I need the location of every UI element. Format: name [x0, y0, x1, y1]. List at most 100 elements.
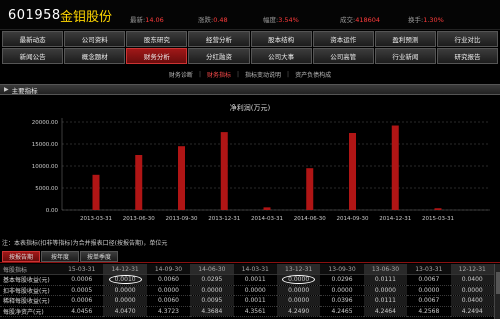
x-tick-label: 2014-03-31	[251, 216, 283, 222]
header-cell: 14-06-30	[190, 264, 234, 275]
subtab-indicators[interactable]: 财务指标	[207, 70, 231, 79]
nav-operations[interactable]: 经营分析	[188, 31, 250, 47]
table-cell: 0.0000	[407, 285, 451, 296]
x-tick-label: 2013-03-31	[80, 216, 112, 222]
tab-by-year[interactable]: 按年度	[41, 251, 79, 262]
vertical-scrollbar[interactable]	[494, 264, 500, 319]
table-cell: 0.0295	[190, 274, 234, 286]
bar[interactable]	[135, 155, 143, 210]
nav-earnings-forecast[interactable]: 盈利预测	[374, 31, 436, 47]
table-cell: 0.0067	[407, 295, 451, 307]
nav-grid: 最新动态 公司资料 股东研究 经营分析 股本结构 资本运作 盈利预测 行业对比 …	[2, 31, 498, 65]
table-cell: 0.0000	[276, 274, 321, 286]
bar[interactable]	[220, 132, 228, 210]
quote-percent: 幅度:3.54%	[263, 16, 299, 24]
triangle-right-icon: ▶	[4, 86, 9, 93]
table-cell: 4.3561	[233, 306, 277, 317]
subtab-changes[interactable]: 指标变动说明	[245, 70, 281, 79]
table-cell: 0.0000	[190, 285, 234, 296]
table-cell: 0.0006	[60, 274, 104, 286]
table-cell: 4.0470	[103, 306, 147, 317]
table-cell: 0.0000	[363, 285, 408, 296]
table-cell: 4.2494	[450, 306, 494, 317]
table-cell: 0.0111	[363, 295, 408, 307]
chart-title: 净利润(万元)	[230, 103, 271, 112]
table-cell: 0.0010	[103, 274, 147, 286]
bar[interactable]	[92, 174, 100, 210]
indicator-table: 每股指标 15-03-31 14-12-31 14-09-30 14-06-30…	[0, 264, 494, 317]
bar[interactable]	[391, 125, 399, 210]
nav-dividends[interactable]: 分红融资	[188, 48, 250, 64]
nav-company-profile[interactable]: 公司资料	[64, 31, 126, 47]
table-cell: 0.0111	[363, 274, 408, 286]
table-row: 每股净资产(元) 4.0456 4.0470 4.3723 4.3684 4.3…	[0, 306, 494, 317]
header-cell: 12-12-31	[450, 264, 494, 275]
table-row: 扣非每股收益(元) 0.0005 0.0000 0.0000 0.0000 0.…	[0, 285, 494, 296]
table-cell: 0.0000	[146, 285, 191, 296]
row-label: 稀释每股收益(元)	[0, 295, 60, 307]
table-header-row: 每股指标 15-03-31 14-12-31 14-09-30 14-06-30…	[0, 264, 494, 275]
circled-value: 0.0010	[108, 275, 142, 285]
bar[interactable]	[349, 133, 356, 210]
subtab-balance[interactable]: 资产负债构成	[295, 70, 331, 79]
quote-change: 涨跌:0.48	[198, 16, 228, 24]
nav-financial-analysis[interactable]: 财务分析	[126, 48, 188, 64]
table-cell: 0.0060	[146, 295, 191, 307]
nav-industry-compare[interactable]: 行业对比	[436, 31, 498, 47]
nav-industry-news[interactable]: 行业新闻	[374, 48, 436, 64]
nav-executives[interactable]: 公司高管	[312, 48, 374, 64]
bar[interactable]	[263, 207, 271, 210]
bar[interactable]	[178, 146, 185, 210]
table-cell: 0.0396	[320, 295, 364, 307]
stock-name: 金钼股份	[60, 10, 113, 25]
table-cell: 0.0400	[450, 274, 494, 286]
table-cell: 4.2465	[320, 306, 364, 317]
quote-turnover: 换手:1.30%	[408, 16, 444, 24]
table-cell: 0.0011	[233, 295, 277, 307]
x-tick-label: 2013-12-31	[208, 216, 240, 222]
nav-company-events[interactable]: 公司大事	[250, 48, 312, 64]
table-cell: 0.0000	[233, 285, 277, 296]
subtab-separator: |	[198, 70, 201, 78]
header-cell: 13-03-31	[407, 264, 451, 275]
table-cell: 0.0095	[190, 295, 234, 307]
row-label: 每股净资产(元)	[0, 306, 60, 317]
table-cell: 0.0000	[276, 295, 321, 307]
table-row: 基本每股收益(元) 0.0006 0.0010 0.0060 0.0295 0.…	[0, 274, 494, 286]
table-cell: 4.3684	[190, 306, 234, 317]
table-cell: 4.2568	[407, 306, 451, 317]
nav-shareholders[interactable]: 股东研究	[126, 31, 188, 47]
table-cell: 4.2490	[276, 306, 321, 317]
net-profit-chart: 净利润(万元) 20000.00 15000.00 10000.00 5000.00 0…	[32, 103, 490, 222]
header-cell: 13-06-30	[363, 264, 408, 275]
bar[interactable]	[306, 168, 314, 210]
header-cell: 每股指标	[0, 264, 60, 275]
section-title: 主要指标	[11, 86, 38, 95]
circled-value: 0.0000	[282, 275, 316, 285]
nav-announcements[interactable]: 新闻公告	[2, 48, 64, 64]
subtab-separator: |	[287, 70, 290, 78]
nav-share-structure[interactable]: 股本结构	[250, 31, 312, 47]
section-header[interactable]: ▶ 主要指标	[0, 84, 500, 95]
period-tabs: 按报告期 按年度 按单季度	[2, 251, 118, 262]
table-cell: 0.0005	[60, 285, 104, 296]
tab-by-quarter[interactable]: 按单季度	[80, 251, 118, 262]
scrollbar-thumb[interactable]	[496, 272, 500, 294]
row-label: 扣非每股收益(元)	[0, 285, 60, 296]
table-cell: 4.2464	[363, 306, 408, 317]
bar[interactable]	[434, 208, 442, 210]
nav-row-1: 最新动态 公司资料 股东研究 经营分析 股本结构 资本运作 盈利预测 行业对比	[2, 31, 498, 47]
tab-by-report-period[interactable]: 按报告期	[2, 251, 40, 262]
nav-research-reports[interactable]: 研究报告	[436, 48, 498, 64]
nav-concepts[interactable]: 概念题材	[64, 48, 126, 64]
table-cell: 0.0006	[60, 295, 104, 307]
table-cell: 0.0000	[450, 285, 494, 296]
sub-tabs: 财务诊断 | 财务指标 | 指标变动说明 | 资产负债构成	[0, 67, 500, 81]
x-tick-label: 2013-06-30	[123, 216, 155, 222]
nav-row-2: 新闻公告 概念题材 财务分析 分红融资 公司大事 公司高管 行业新闻 研究报告	[2, 48, 498, 64]
header-cell: 14-09-30	[146, 264, 191, 275]
nav-capital-ops[interactable]: 资本运作	[312, 31, 374, 47]
subtab-diagnosis[interactable]: 财务诊断	[169, 70, 193, 79]
nav-latest-news[interactable]: 最新动态	[2, 31, 64, 47]
quote-latest: 最新:14.06	[130, 16, 164, 24]
